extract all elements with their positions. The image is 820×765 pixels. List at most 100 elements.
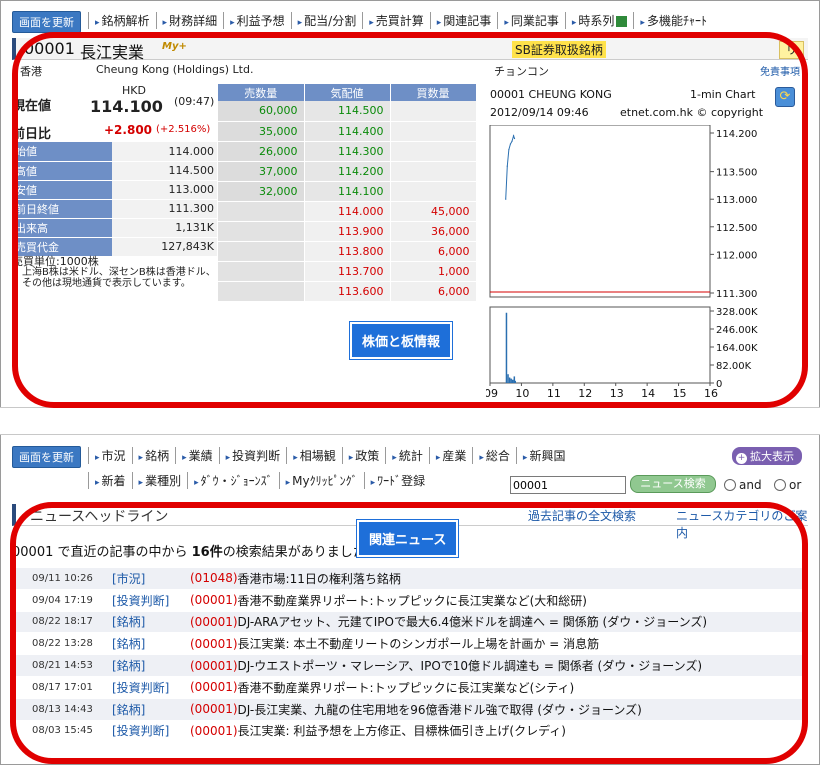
news-category[interactable]: [銘柄] [112, 701, 190, 718]
stock-code: 00001 [24, 39, 75, 58]
news-row[interactable]: 08/17 17:01 [投資判断] (00001) 香港不動産業界リポート:トップピ… [12, 676, 808, 699]
volume-bar [507, 374, 509, 383]
expand-view-button[interactable]: + 拡大表示 [732, 447, 802, 465]
news-category[interactable]: [投資判断] [112, 679, 190, 696]
news-date: 08/22 18:17 [32, 616, 93, 628]
chart-title: 00001 CHEUNG KONG [490, 88, 612, 101]
bid-price: 113.800 [304, 241, 391, 262]
excel-icon [616, 16, 628, 27]
nav-peer-articles[interactable]: ▸ 同業記事 [497, 12, 565, 29]
my-plus-badge[interactable]: My+ [162, 41, 187, 52]
news-title[interactable]: DJ-長江実業、九龍の住宅用地を96億香港ドル強で取得 (ダウ・ジョーンズ) [238, 701, 642, 718]
disclaimer-link[interactable]: 免責事項 [760, 63, 800, 78]
news-category[interactable]: [銘柄] [112, 657, 190, 674]
news-code[interactable]: (00001) [190, 659, 238, 673]
nav-earnings-forecast[interactable]: ▸ 利益予想 [223, 12, 291, 29]
news-row[interactable]: 08/03 15:45 [投資判断] (00001) 長江実業: 利益予想を上方修正、… [12, 720, 808, 743]
sbi-badge: SB証券取扱銘柄 [512, 41, 606, 58]
news-row[interactable]: 09/11 10:26 [市況] (01048) 香港市場:11日の権利落ち銘柄 [12, 568, 808, 590]
radio-and[interactable]: and [724, 478, 762, 492]
news-cat-stats[interactable]: ▸ 統計 [385, 447, 429, 464]
radio-or[interactable]: or [774, 478, 801, 492]
volume-bar [512, 379, 514, 383]
result-prefix: 00001 で直近の記事の中から [12, 545, 188, 560]
news-nav-my-clipping[interactable]: ▸ Myｸﾘｯﾋﾟﾝｸﾞ [278, 472, 364, 489]
board-row: 32,000 114.100 [218, 181, 477, 202]
news-title[interactable]: 長江実業: 本土不動産リートのシンガポール上場を計画か = 消息筋 [238, 635, 600, 652]
price-tick-label: 112.000 [716, 250, 757, 261]
news-nav-word-register[interactable]: ▸ ﾜｰﾄﾞ登録 [363, 472, 432, 489]
change-label: 前日比 [12, 127, 52, 142]
news-nav-by-sector[interactable]: ▸ 業種別 [131, 472, 188, 489]
news-category[interactable]: [銘柄] [112, 613, 190, 630]
nav-timeseries[interactable]: ▸ 時系列 [564, 12, 634, 29]
arrow-icon: ▸ [225, 453, 231, 463]
news-search-button[interactable]: ニュース検索 [630, 475, 716, 493]
news-nav-latest[interactable]: ▸ 新着 [88, 472, 132, 489]
news-title[interactable]: 長江実業: 利益予想を上方修正、目標株価引き上げ(クレディ) [238, 722, 566, 739]
nav-multi-chart[interactable]: ▸ 多機能ﾁｬｰﾄ [633, 12, 713, 29]
refresh-chart-icon[interactable]: ⟳ [775, 87, 795, 107]
news-cat-industry[interactable]: ▸ 産業 [428, 447, 473, 464]
nav-stock-analysis[interactable]: ▸ 銘柄解析 [88, 12, 156, 29]
news-code[interactable]: (00001) [190, 637, 238, 651]
news-label: 関連ニュース [355, 519, 460, 558]
row-label: 安値 [12, 180, 112, 200]
news-cat-earnings[interactable]: ▸ 業績 [175, 447, 219, 464]
news-category[interactable]: [投資判断] [112, 722, 190, 739]
news-title[interactable]: 香港不動産業界リポート:トップピックに長江実業など(大和総研) [238, 592, 587, 609]
news-refresh-button[interactable]: 画面を更新 [12, 446, 81, 468]
board-row: 114.000 45,000 [218, 201, 477, 222]
news-row[interactable]: 08/22 13:28 [銘柄] (00001) 長江実業: 本土不動産リートのシンガ… [12, 633, 808, 656]
past-articles-search-link[interactable]: 過去記事の全文検索 [528, 507, 636, 524]
news-row[interactable]: 09/04 17:19 [投資判断] (00001) 香港不動産業界リポート:トップピ… [12, 589, 808, 612]
arrow-icon: ▸ [297, 18, 303, 28]
arrow-icon: ▸ [522, 453, 528, 463]
news-title[interactable]: DJ-ウエストポーツ・マレーシア、IPOで10億ドル調達も = 関係者 (ダウ・… [238, 657, 703, 674]
price-tick-label: 112.500 [716, 223, 757, 234]
ri-badge[interactable]: リ [779, 41, 804, 59]
news-cat-stock[interactable]: ▸ 銘柄 [131, 447, 176, 464]
nav-financials[interactable]: ▸ 財務詳細 [155, 12, 224, 29]
nav-trade-calc[interactable]: ▸ 売買計算 [362, 12, 430, 29]
news-category-guide-link[interactable]: ニュースカテゴリのご案内 [676, 507, 808, 541]
volume-bar [508, 377, 511, 383]
arrow-icon: ▸ [194, 478, 199, 488]
news-row[interactable]: 08/21 14:53 [銘柄] (00001) DJ-ウエストポーツ・マレーシア、I… [12, 655, 808, 677]
news-code[interactable]: (00001) [190, 593, 238, 607]
news-code[interactable]: (00001) [190, 702, 238, 716]
news-code[interactable]: (00001) [190, 680, 238, 694]
result-count: 16件 [191, 545, 223, 560]
news-title[interactable]: 香港不動産業界リポート:トップピックに長江実業など(シティ) [238, 679, 575, 696]
row-label: 出来高 [12, 218, 112, 238]
news-date: 09/11 10:26 [32, 572, 93, 584]
news-date: 08/13 14:43 [32, 703, 93, 715]
news-cat-outlook[interactable]: ▸ 相場観 [286, 447, 342, 464]
arrow-icon: ▸ [95, 18, 100, 28]
news-cat-market[interactable]: ▸ 市況 [88, 447, 132, 464]
refresh-button[interactable]: 画面を更新 [12, 11, 81, 33]
header-bid-qty: 買数量 [390, 84, 477, 101]
board-row: 37,000 114.200 [218, 161, 477, 182]
news-nav-dow-jones[interactable]: ▸ ﾀﾞｳ・ｼﾞｮｰﾝｽﾞ [187, 472, 279, 489]
news-title[interactable]: 香港市場:11日の権利落ち銘柄 [238, 570, 401, 587]
news-category[interactable]: [投資判断] [112, 592, 190, 609]
volume-bar [505, 312, 508, 383]
news-code[interactable]: (00001) [190, 615, 238, 629]
nav-dividend[interactable]: ▸ 配当/分割 [290, 12, 363, 29]
ask-price: 114.500 [304, 101, 391, 122]
news-search-input[interactable] [510, 476, 626, 494]
news-cat-policy[interactable]: ▸ 政策 [341, 447, 386, 464]
news-code[interactable]: (01048) [190, 571, 238, 585]
news-cat-emerging[interactable]: ▸ 新興国 [515, 447, 572, 464]
news-title[interactable]: DJ-ARAアセット、元建てIPOで最大6.4億米ドルを調達へ = 関係筋 (ダ… [238, 613, 708, 630]
news-code[interactable]: (00001) [190, 724, 238, 738]
nav-related-articles[interactable]: ▸ 関連記事 [429, 12, 498, 29]
news-row[interactable]: 08/13 14:43 [銘柄] (00001) DJ-長江実業、九龍の住宅用地を96… [12, 698, 808, 721]
news-row[interactable]: 08/22 18:17 [銘柄] (00001) DJ-ARAアセット、元建てIPOで… [12, 611, 808, 634]
news-cat-rating[interactable]: ▸ 投資判断 [218, 447, 287, 464]
news-category[interactable]: [市況] [112, 570, 190, 587]
news-category[interactable]: [銘柄] [112, 635, 190, 652]
row-value: 114.500 [112, 161, 217, 181]
news-cat-general[interactable]: ▸ 総合 [472, 447, 516, 464]
